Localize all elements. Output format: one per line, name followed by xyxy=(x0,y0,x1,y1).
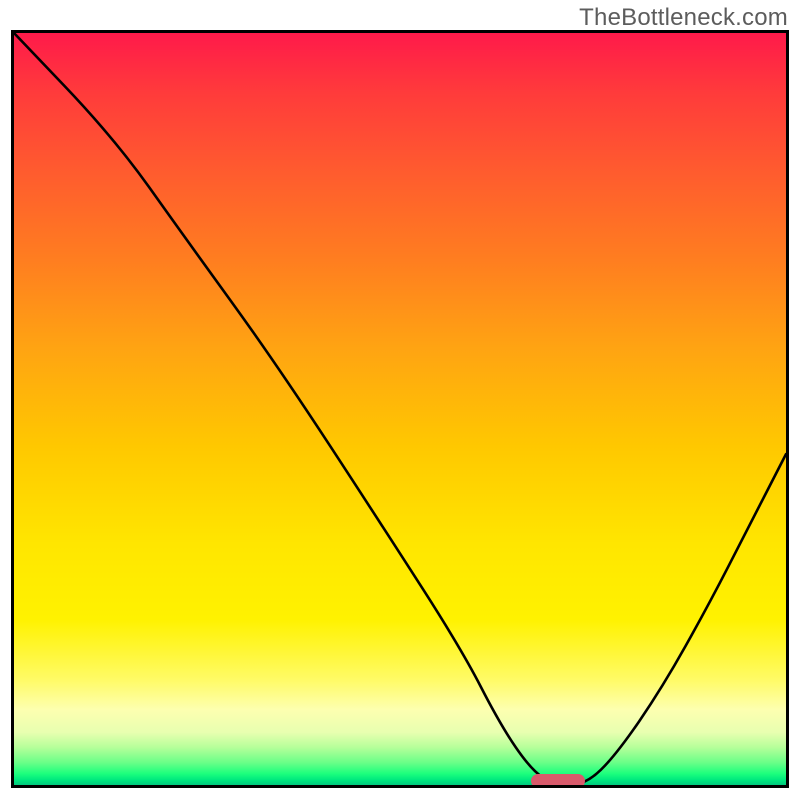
optimal-marker xyxy=(531,774,585,788)
curve-svg xyxy=(14,33,786,785)
bottleneck-curve xyxy=(14,33,786,785)
plot-area xyxy=(11,30,789,788)
watermark-label: TheBottleneck.com xyxy=(579,4,788,32)
chart-container: TheBottleneck.com xyxy=(0,0,800,800)
